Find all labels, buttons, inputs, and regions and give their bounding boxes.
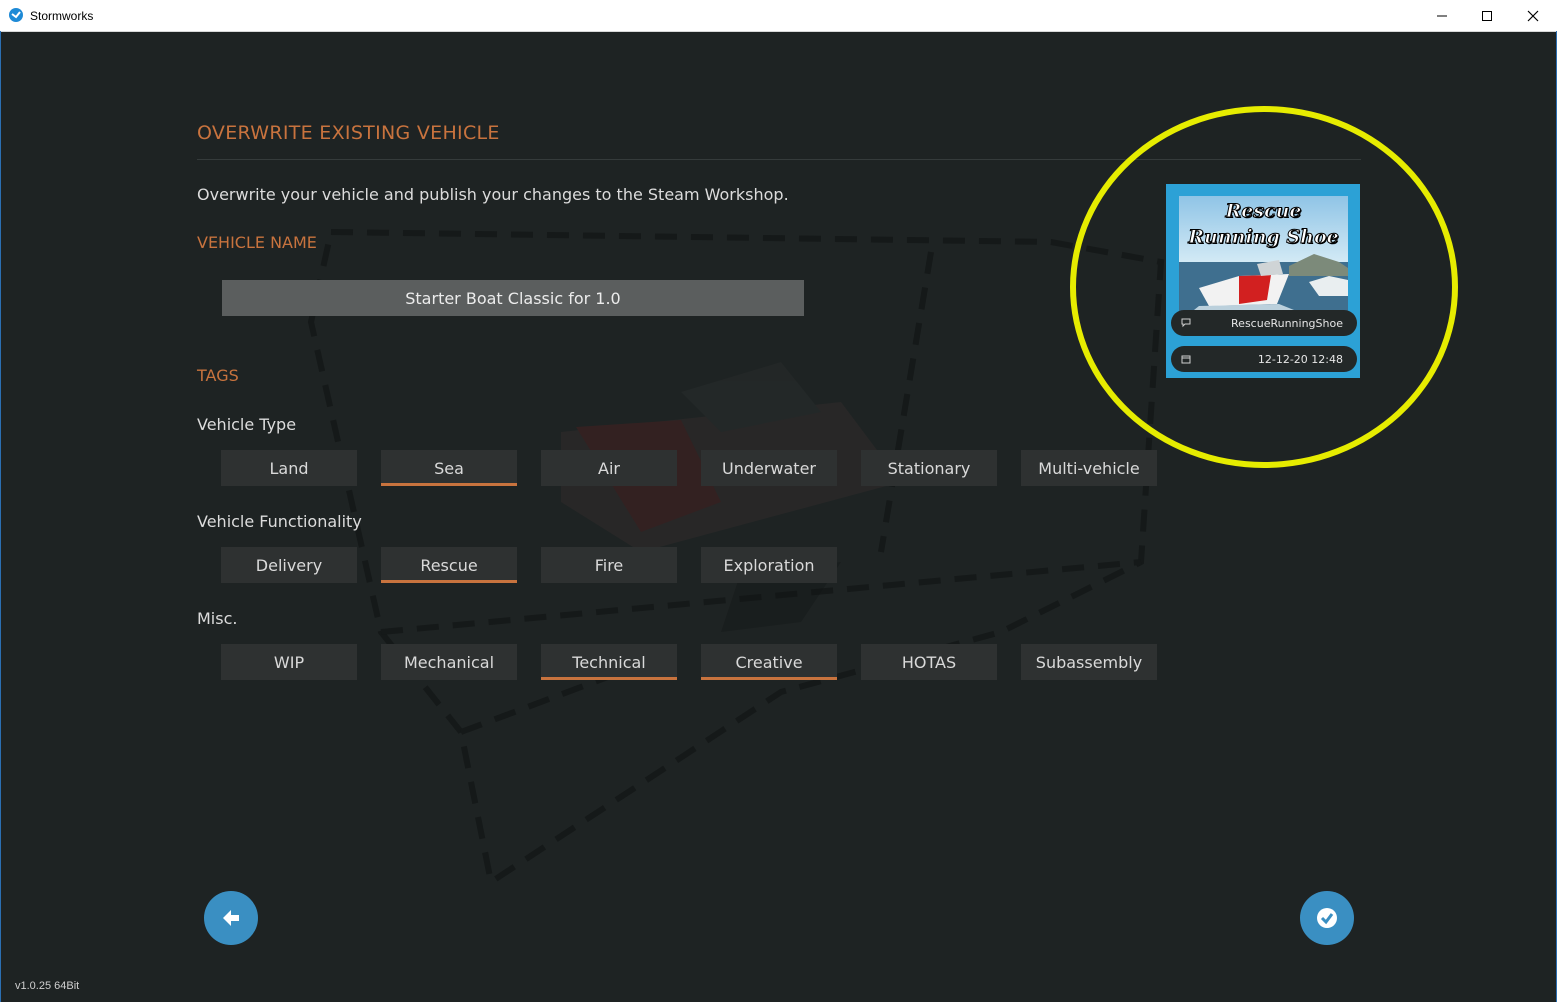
version-label: v1.0.25 64Bit bbox=[15, 980, 80, 992]
vehicle-name-label: VEHICLE NAME bbox=[197, 233, 317, 252]
close-button[interactable] bbox=[1510, 0, 1556, 31]
tag-rescue[interactable]: Rescue bbox=[381, 547, 517, 583]
stormworks-logo-icon bbox=[9, 8, 23, 22]
window-titlebar: Stormworks bbox=[0, 0, 1557, 32]
highlight-circle-annotation bbox=[1070, 106, 1458, 468]
minimize-button[interactable] bbox=[1419, 0, 1465, 31]
checkmark-icon bbox=[1317, 908, 1337, 928]
tag-delivery[interactable]: Delivery bbox=[221, 547, 357, 583]
vehicle-type-label: Vehicle Type bbox=[197, 415, 297, 434]
window-title: Stormworks bbox=[30, 9, 94, 23]
misc-label: Misc. bbox=[197, 609, 238, 628]
tag-land[interactable]: Land bbox=[221, 450, 357, 486]
tag-mechanical[interactable]: Mechanical bbox=[381, 644, 517, 680]
page-description: Overwrite your vehicle and publish your … bbox=[197, 185, 789, 204]
tags-label: TAGS bbox=[197, 366, 239, 385]
page-title: OVERWRITE EXISTING VEHICLE bbox=[197, 122, 500, 144]
tag-fire[interactable]: Fire bbox=[541, 547, 677, 583]
arrow-left-icon bbox=[223, 910, 239, 926]
back-button[interactable] bbox=[204, 891, 258, 945]
tag-underwater[interactable]: Underwater bbox=[701, 450, 837, 486]
vehicle-name-field[interactable]: Starter Boat Classic for 1.0 bbox=[222, 280, 804, 316]
tag-creative[interactable]: Creative bbox=[701, 644, 837, 680]
tag-wip[interactable]: WIP bbox=[221, 644, 357, 680]
tag-air[interactable]: Air bbox=[541, 450, 677, 486]
tag-multi-vehicle[interactable]: Multi-vehicle bbox=[1021, 450, 1157, 486]
close-icon bbox=[1527, 10, 1539, 21]
maximize-button[interactable] bbox=[1464, 0, 1510, 31]
tag-stationary[interactable]: Stationary bbox=[861, 450, 997, 486]
tag-subassembly[interactable]: Subassembly bbox=[1021, 644, 1157, 680]
game-content: OVERWRITE EXISTING VEHICLE Overwrite you… bbox=[1, 32, 1556, 1002]
maximize-icon bbox=[1482, 10, 1492, 21]
tag-sea[interactable]: Sea bbox=[381, 450, 517, 486]
tag-hotas[interactable]: HOTAS bbox=[861, 644, 997, 680]
minimize-icon bbox=[1437, 15, 1447, 16]
confirm-button[interactable] bbox=[1300, 891, 1354, 945]
tag-exploration[interactable]: Exploration bbox=[701, 547, 837, 583]
tag-technical[interactable]: Technical bbox=[541, 644, 677, 680]
vehicle-functionality-label: Vehicle Functionality bbox=[197, 512, 362, 531]
